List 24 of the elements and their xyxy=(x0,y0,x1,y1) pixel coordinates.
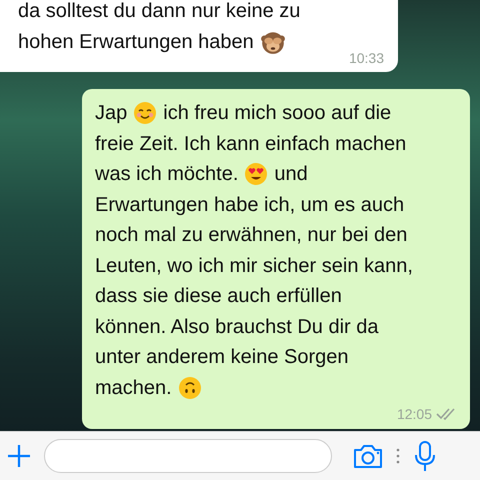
message-text: Jap xyxy=(95,101,128,126)
message-text: und xyxy=(274,162,308,187)
microphone-icon[interactable] xyxy=(414,440,436,472)
smiling-face-icon xyxy=(133,101,158,126)
message-input-field[interactable] xyxy=(44,439,332,473)
message-text: unter anderem keine Sorgen xyxy=(95,345,348,370)
more-dots-icon[interactable] xyxy=(396,448,400,464)
message-time: 12:05 xyxy=(396,405,432,423)
message-time: 10:33 xyxy=(348,49,384,67)
message-text: dass sie diese auch erfüllen xyxy=(95,284,342,309)
heart-eyes-face-icon xyxy=(244,162,268,186)
message-text: ich freu mich sooo auf die xyxy=(163,101,392,126)
message-text: machen. xyxy=(95,376,172,400)
message-text: Erwartungen habe ich, um es auch xyxy=(95,192,404,218)
message-text: können. Also brauchst Du dir da xyxy=(95,314,379,340)
plus-icon[interactable] xyxy=(6,443,32,469)
message-text: noch mal zu erwähnen, nur bei den xyxy=(95,223,408,248)
message-text: da solltest du dann nur keine zu xyxy=(18,0,300,24)
message-text: hohen Erwartungen haben xyxy=(18,30,254,54)
upside-down-face-icon xyxy=(178,376,202,400)
message-text: was ich möchte. xyxy=(95,162,238,187)
message-text: Leuten, wo ich mir sicher sein kann, xyxy=(95,254,413,278)
message-text: freie Zeit. Ich kann einfach machen xyxy=(95,132,406,156)
camera-icon[interactable] xyxy=(352,443,384,469)
